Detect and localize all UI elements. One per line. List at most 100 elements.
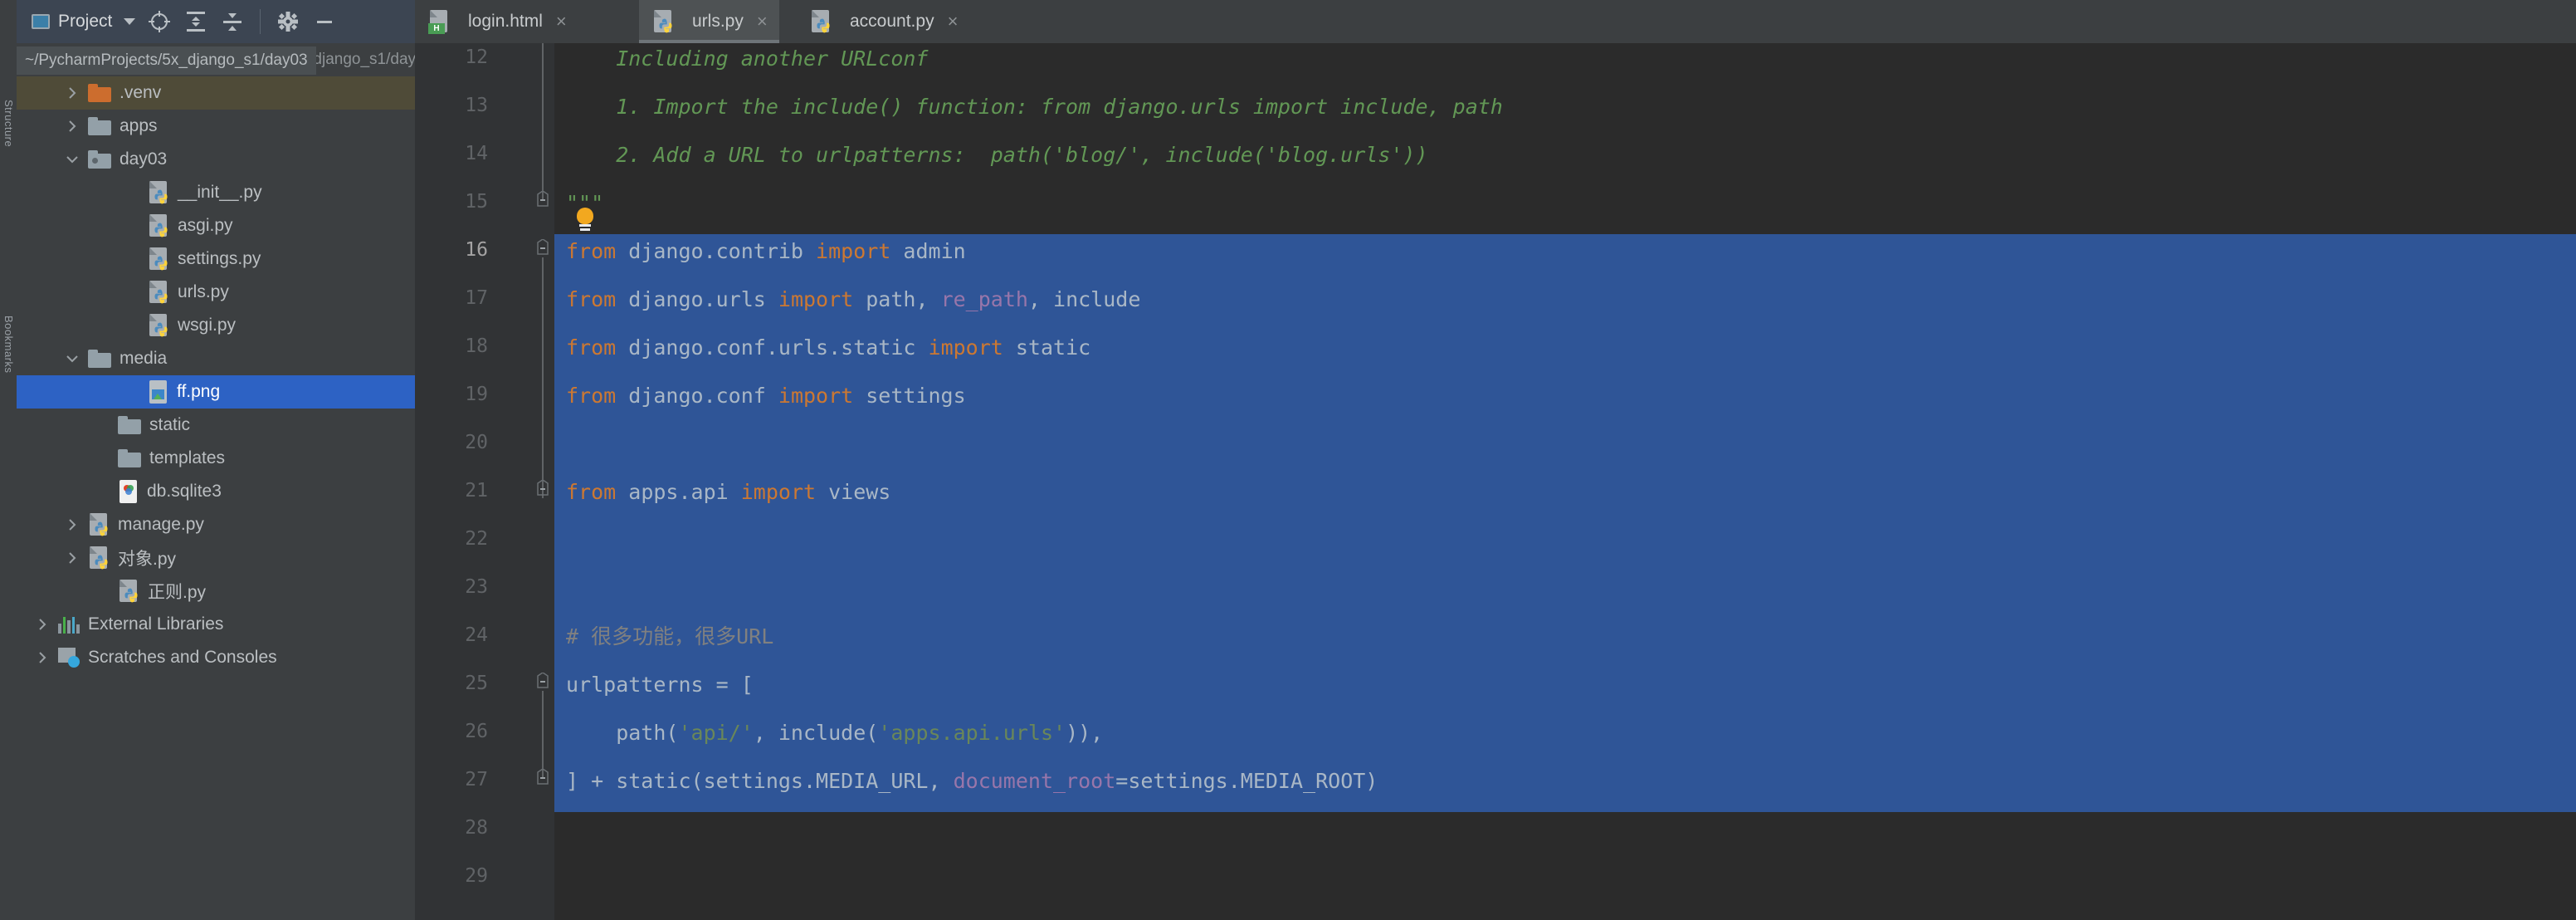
- tree-item-manage.py[interactable]: manage.py: [17, 508, 415, 541]
- code-line[interactable]: from django.conf import settings: [566, 372, 966, 420]
- tree-item-icon: [88, 350, 111, 368]
- chevron-right-icon[interactable]: [61, 110, 83, 143]
- tree-item-icon: [88, 150, 111, 169]
- tab-close-icon[interactable]: ×: [944, 12, 959, 31]
- tree-no-arrow: [91, 475, 113, 508]
- folder-icon: [118, 416, 141, 434]
- line-number: 12: [465, 46, 488, 68]
- tree-item-icon: [148, 313, 169, 338]
- code-line[interactable]: from django.conf.urls.static import stat…: [566, 324, 1090, 372]
- vertical-tab-bookmarks[interactable]: Bookmarks: [2, 316, 15, 374]
- tree-item-day03[interactable]: day03: [17, 143, 415, 176]
- code-line[interactable]: from apps.api import views: [566, 468, 890, 516]
- tree-item-label: manage.py: [118, 515, 204, 534]
- fold-marker-urlpatterns-close[interactable]: [534, 768, 551, 785]
- tab-close-icon[interactable]: ×: [553, 12, 567, 31]
- chevron-right-icon[interactable]: [61, 541, 83, 575]
- tree-item-__init__.py[interactable]: __init__.py: [17, 176, 415, 209]
- tree-item-label: media: [120, 349, 168, 368]
- tree-no-arrow: [121, 276, 143, 309]
- tree-item-icon: [148, 213, 169, 238]
- tree-item-icon: [118, 416, 141, 434]
- code-line[interactable]: 2. Add a URL to urlpatterns: path('blog/…: [566, 131, 1427, 179]
- project-panel-icon: [32, 14, 50, 29]
- intention-bulb-icon[interactable]: [574, 208, 596, 232]
- code-line[interactable]: urlpatterns = [: [566, 661, 754, 709]
- fold-marker-imports[interactable]: [534, 238, 551, 256]
- tree-item-icon: [88, 84, 111, 102]
- fold-marker-docstring[interactable]: [534, 190, 551, 208]
- tree-item-label: asgi.py: [178, 216, 233, 235]
- tree-item-icon: [58, 648, 80, 668]
- code-line[interactable]: Including another URLconf: [566, 43, 928, 83]
- tree-item-external-libraries[interactable]: External Libraries: [17, 608, 415, 641]
- tree-item-label: apps: [120, 116, 158, 135]
- code-line[interactable]: ] + static(settings.MEDIA_URL, document_…: [566, 757, 1378, 805]
- tree-item-ff.png[interactable]: ff.png: [17, 375, 415, 409]
- tab-account-py[interactable]: account.py ×: [797, 0, 970, 43]
- fold-guide-line: [542, 257, 544, 498]
- project-toolbar: Project: [17, 0, 415, 43]
- chevron-right-icon[interactable]: [32, 641, 53, 674]
- tab-close-icon[interactable]: ×: [754, 12, 768, 31]
- code-text-area[interactable]: Including another URLconf 1. Import the …: [554, 43, 2576, 920]
- locate-icon[interactable]: [142, 4, 177, 39]
- tree-item-wsgi.py[interactable]: wsgi.py: [17, 309, 415, 342]
- tree-item-apps[interactable]: apps: [17, 110, 415, 143]
- chevron-down-icon[interactable]: [61, 143, 83, 176]
- fold-markers[interactable]: [531, 43, 554, 920]
- code-editor[interactable]: Including another URLconf 1. Import the …: [415, 43, 2576, 920]
- chevron-down-icon[interactable]: [61, 342, 83, 375]
- python-file-icon: [148, 247, 169, 272]
- line-number: 18: [465, 335, 488, 357]
- tree-item-label: settings.py: [178, 249, 261, 268]
- project-label: Project: [58, 12, 113, 31]
- line-number: 24: [465, 624, 488, 646]
- project-dropdown[interactable]: Project: [27, 8, 140, 35]
- tree-item-templates[interactable]: templates: [17, 442, 415, 475]
- tree-no-arrow: [121, 309, 143, 342]
- tree-item-.venv[interactable]: .venv: [17, 76, 415, 110]
- code-line[interactable]: path('api/', include('apps.api.urls')),: [566, 709, 1103, 757]
- code-line[interactable]: 1. Import the include() function: from d…: [566, 83, 1503, 131]
- python-file-icon: [148, 213, 169, 238]
- code-line[interactable]: from django.urls import path, re_path, i…: [566, 276, 1140, 324]
- toolbar-divider: [260, 9, 261, 34]
- tree-item-label: day03: [120, 149, 168, 169]
- tree-item-label: wsgi.py: [178, 316, 237, 335]
- project-tree-panel[interactable]: day03 ~/PycharmProjects/5x_django_s1/day0…: [17, 43, 415, 920]
- tab-login-html[interactable]: H login.html ×: [415, 0, 578, 43]
- line-number: 28: [465, 817, 488, 839]
- sqlite-file-icon: [118, 479, 139, 504]
- tree-item-icon: [88, 546, 110, 570]
- tree-item-settings.py[interactable]: settings.py: [17, 242, 415, 276]
- tree-item-对象.py[interactable]: 对象.py: [17, 541, 415, 575]
- fold-marker-import-views[interactable]: [534, 479, 551, 497]
- chevron-right-icon[interactable]: [32, 608, 53, 641]
- tree-item-label: Scratches and Consoles: [88, 648, 277, 667]
- code-line[interactable]: from django.contrib import admin: [566, 228, 966, 276]
- chevron-right-icon[interactable]: [61, 76, 83, 110]
- scratches-icon: [58, 648, 80, 668]
- settings-gear-icon[interactable]: [271, 4, 305, 39]
- tree-item-db.sqlite3[interactable]: db.sqlite3: [17, 475, 415, 508]
- hide-panel-icon[interactable]: [307, 4, 342, 39]
- left-tool-strip: Structure Bookmarks: [0, 0, 17, 920]
- project-path-tooltip: ~/PycharmProjects/5x_django_s1/day03: [17, 46, 316, 75]
- image-file-icon: [148, 379, 168, 404]
- tree-item-urls.py[interactable]: urls.py: [17, 276, 415, 309]
- tree-item-media[interactable]: media: [17, 342, 415, 375]
- vertical-tab-structure[interactable]: Structure: [2, 100, 15, 147]
- expand-all-icon[interactable]: [178, 4, 213, 39]
- fold-marker-urlpatterns-open[interactable]: [534, 672, 551, 689]
- tree-no-arrow: [121, 375, 143, 409]
- code-line[interactable]: # 很多功能，很多URL: [566, 613, 773, 661]
- tree-no-arrow: [121, 242, 143, 276]
- tab-urls-py[interactable]: urls.py ×: [639, 0, 779, 43]
- tree-item-正则.py[interactable]: 正则.py: [17, 575, 415, 608]
- chevron-right-icon[interactable]: [61, 508, 83, 541]
- tree-item-scratches-and-consoles[interactable]: Scratches and Consoles: [17, 641, 415, 674]
- collapse-all-icon[interactable]: [215, 4, 250, 39]
- tree-item-asgi.py[interactable]: asgi.py: [17, 209, 415, 242]
- tree-item-static[interactable]: static: [17, 409, 415, 442]
